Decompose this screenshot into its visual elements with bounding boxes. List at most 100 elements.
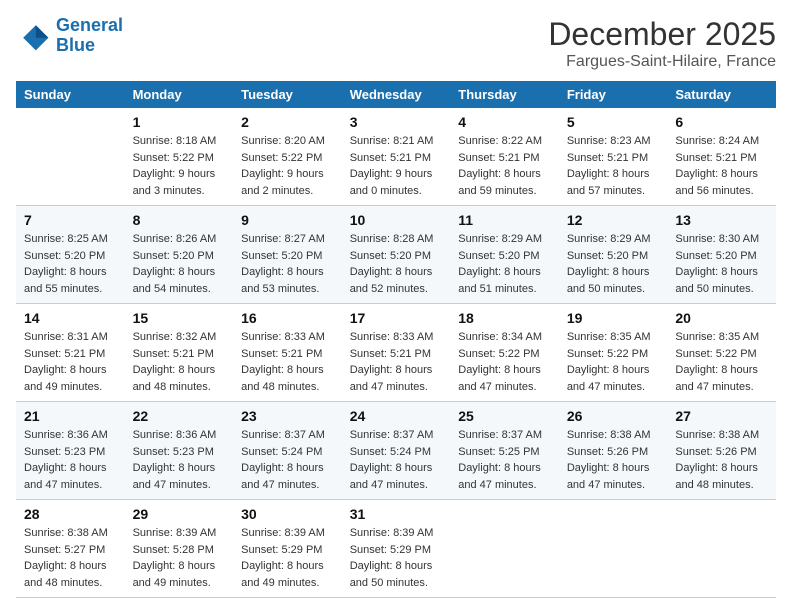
- sunset-text: Sunset: 5:24 PM: [350, 444, 443, 461]
- day-info: Sunrise: 8:32 AMSunset: 5:21 PMDaylight:…: [133, 329, 226, 395]
- daylight-text: Daylight: 8 hours: [567, 166, 660, 183]
- sunrise-text: Sunrise: 8:30 AM: [675, 231, 768, 248]
- day-info: Sunrise: 8:38 AMSunset: 5:26 PMDaylight:…: [675, 427, 768, 493]
- sunset-text: Sunset: 5:20 PM: [241, 248, 334, 265]
- daylight-text: Daylight: 8 hours: [24, 264, 117, 281]
- day-number: 17: [350, 310, 443, 326]
- calendar-table: SundayMondayTuesdayWednesdayThursdayFrid…: [16, 81, 776, 598]
- day-number: 14: [24, 310, 117, 326]
- sunset-text: Sunset: 5:20 PM: [458, 248, 551, 265]
- day-info: Sunrise: 8:33 AMSunset: 5:21 PMDaylight:…: [241, 329, 334, 395]
- sunrise-text: Sunrise: 8:23 AM: [567, 133, 660, 150]
- day-number: 31: [350, 506, 443, 522]
- day-number: 24: [350, 408, 443, 424]
- sunset-text: Sunset: 5:28 PM: [133, 542, 226, 559]
- sunrise-text: Sunrise: 8:24 AM: [675, 133, 768, 150]
- sunrise-text: Sunrise: 8:39 AM: [241, 525, 334, 542]
- day-info: Sunrise: 8:20 AMSunset: 5:22 PMDaylight:…: [241, 133, 334, 199]
- calendar-day-cell: 23Sunrise: 8:37 AMSunset: 5:24 PMDayligh…: [233, 402, 342, 500]
- daylight-minutes: and 50 minutes.: [675, 281, 768, 298]
- day-info: Sunrise: 8:24 AMSunset: 5:21 PMDaylight:…: [675, 133, 768, 199]
- day-info: Sunrise: 8:26 AMSunset: 5:20 PMDaylight:…: [133, 231, 226, 297]
- sunset-text: Sunset: 5:29 PM: [350, 542, 443, 559]
- day-info: Sunrise: 8:30 AMSunset: 5:20 PMDaylight:…: [675, 231, 768, 297]
- day-info: Sunrise: 8:38 AMSunset: 5:26 PMDaylight:…: [567, 427, 660, 493]
- daylight-minutes: and 54 minutes.: [133, 281, 226, 298]
- day-number: 9: [241, 212, 334, 228]
- sunrise-text: Sunrise: 8:37 AM: [458, 427, 551, 444]
- day-number: 8: [133, 212, 226, 228]
- sunset-text: Sunset: 5:21 PM: [133, 346, 226, 363]
- day-info: Sunrise: 8:39 AMSunset: 5:29 PMDaylight:…: [350, 525, 443, 591]
- sunset-text: Sunset: 5:22 PM: [675, 346, 768, 363]
- sunrise-text: Sunrise: 8:34 AM: [458, 329, 551, 346]
- calendar-day-cell: 8 Sunrise: 8:26 AMSunset: 5:20 PMDaylight…: [125, 206, 234, 304]
- day-number: 13: [675, 212, 768, 228]
- sunrise-text: Sunrise: 8:18 AM: [133, 133, 226, 150]
- daylight-text: Daylight: 8 hours: [567, 460, 660, 477]
- day-number: 6: [675, 114, 768, 130]
- calendar-week-row: 28Sunrise: 8:38 AMSunset: 5:27 PMDayligh…: [16, 500, 776, 598]
- calendar-day-cell: 27 Sunrise: 8:38 AMSunset: 5:26 PMDayligh…: [667, 402, 776, 500]
- daylight-minutes: and 47 minutes.: [675, 379, 768, 396]
- daylight-text: Daylight: 8 hours: [133, 264, 226, 281]
- sunrise-text: Sunrise: 8:37 AM: [241, 427, 334, 444]
- day-number: 22: [133, 408, 226, 424]
- weekday-header-row: SundayMondayTuesdayWednesdayThursdayFrid…: [16, 81, 776, 108]
- sunset-text: Sunset: 5:22 PM: [133, 150, 226, 167]
- sunset-text: Sunset: 5:26 PM: [675, 444, 768, 461]
- daylight-minutes: and 59 minutes.: [458, 183, 551, 200]
- daylight-text: Daylight: 8 hours: [675, 264, 768, 281]
- calendar-day-cell: 7Sunrise: 8:25 AMSunset: 5:20 PMDaylight…: [16, 206, 125, 304]
- daylight-minutes: and 47 minutes.: [458, 379, 551, 396]
- sunrise-text: Sunrise: 8:35 AM: [675, 329, 768, 346]
- daylight-text: Daylight: 8 hours: [241, 362, 334, 379]
- sunset-text: Sunset: 5:21 PM: [675, 150, 768, 167]
- sunrise-text: Sunrise: 8:38 AM: [567, 427, 660, 444]
- sunset-text: Sunset: 5:26 PM: [567, 444, 660, 461]
- day-number: 11: [458, 212, 551, 228]
- sunset-text: Sunset: 5:21 PM: [458, 150, 551, 167]
- day-info: Sunrise: 8:39 AMSunset: 5:28 PMDaylight:…: [133, 525, 226, 591]
- calendar-day-cell: 13 Sunrise: 8:30 AMSunset: 5:20 PMDayligh…: [667, 206, 776, 304]
- sunrise-text: Sunrise: 8:27 AM: [241, 231, 334, 248]
- daylight-minutes: and 51 minutes.: [458, 281, 551, 298]
- month-title: December 2025: [548, 16, 776, 53]
- calendar-day-cell: 24 Sunrise: 8:37 AMSunset: 5:24 PMDayligh…: [342, 402, 451, 500]
- daylight-minutes: and 48 minutes.: [675, 477, 768, 494]
- calendar-day-cell: 9 Sunrise: 8:27 AMSunset: 5:20 PMDaylight…: [233, 206, 342, 304]
- sunrise-text: Sunrise: 8:39 AM: [133, 525, 226, 542]
- day-info: Sunrise: 8:21 AMSunset: 5:21 PMDaylight:…: [350, 133, 443, 199]
- day-info: Sunrise: 8:37 AMSunset: 5:24 PMDaylight:…: [350, 427, 443, 493]
- day-number: 19: [567, 310, 660, 326]
- sunrise-text: Sunrise: 8:36 AM: [24, 427, 117, 444]
- weekday-header: Tuesday: [233, 81, 342, 108]
- daylight-text: Daylight: 8 hours: [24, 362, 117, 379]
- daylight-minutes: and 55 minutes.: [24, 281, 117, 298]
- sunset-text: Sunset: 5:23 PM: [133, 444, 226, 461]
- daylight-minutes: and 49 minutes.: [241, 575, 334, 592]
- day-number: 27: [675, 408, 768, 424]
- daylight-minutes: and 47 minutes.: [350, 379, 443, 396]
- day-info: Sunrise: 8:27 AMSunset: 5:20 PMDaylight:…: [241, 231, 334, 297]
- calendar-day-cell: 10Sunrise: 8:28 AMSunset: 5:20 PMDayligh…: [342, 206, 451, 304]
- day-info: Sunrise: 8:22 AMSunset: 5:21 PMDaylight:…: [458, 133, 551, 199]
- sunrise-text: Sunrise: 8:28 AM: [350, 231, 443, 248]
- sunset-text: Sunset: 5:21 PM: [241, 346, 334, 363]
- sunset-text: Sunset: 5:22 PM: [458, 346, 551, 363]
- day-number: 12: [567, 212, 660, 228]
- daylight-minutes: and 57 minutes.: [567, 183, 660, 200]
- calendar-day-cell: 21Sunrise: 8:36 AMSunset: 5:23 PMDayligh…: [16, 402, 125, 500]
- daylight-minutes: and 3 minutes.: [133, 183, 226, 200]
- sunset-text: Sunset: 5:21 PM: [350, 346, 443, 363]
- calendar-day-cell: 31 Sunrise: 8:39 AMSunset: 5:29 PMDayligh…: [342, 500, 451, 598]
- calendar-day-cell: 29Sunrise: 8:39 AMSunset: 5:28 PMDayligh…: [125, 500, 234, 598]
- day-info: Sunrise: 8:35 AMSunset: 5:22 PMDaylight:…: [675, 329, 768, 395]
- calendar-day-cell: 28Sunrise: 8:38 AMSunset: 5:27 PMDayligh…: [16, 500, 125, 598]
- day-info: Sunrise: 8:36 AMSunset: 5:23 PMDaylight:…: [24, 427, 117, 493]
- daylight-text: Daylight: 8 hours: [24, 460, 117, 477]
- title-block: December 2025 Fargues-Saint-Hilaire, Fra…: [548, 16, 776, 71]
- sunrise-text: Sunrise: 8:29 AM: [567, 231, 660, 248]
- daylight-text: Daylight: 8 hours: [241, 264, 334, 281]
- sunset-text: Sunset: 5:20 PM: [350, 248, 443, 265]
